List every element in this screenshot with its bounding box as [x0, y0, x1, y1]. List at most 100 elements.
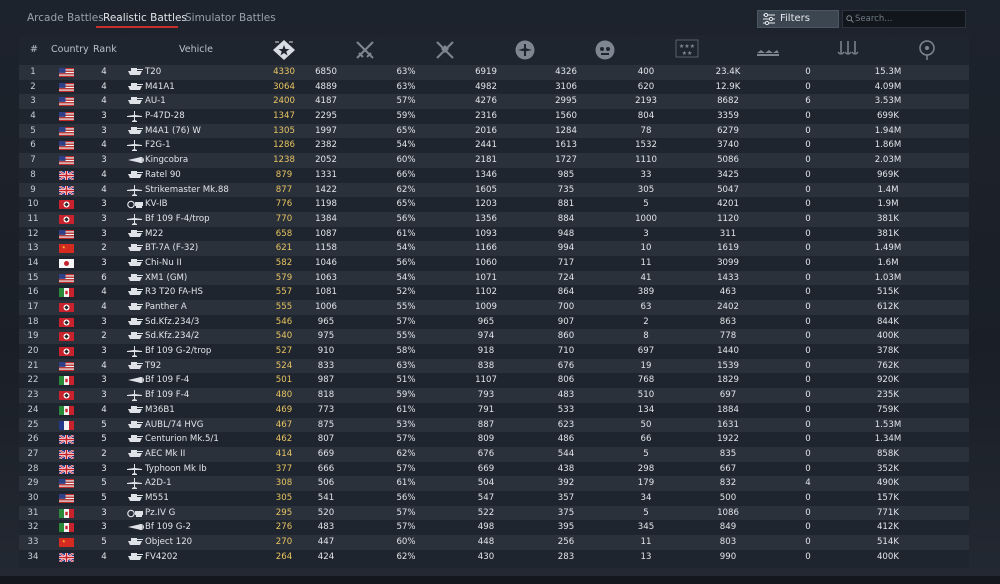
search-input[interactable] — [855, 12, 961, 26]
vehicle-rank: 4 — [101, 67, 107, 77]
battles-icon[interactable] — [354, 39, 376, 61]
table-row[interactable]: 13 ★ 2 BT-7A (F-32) 621 1158 54% 1166 994 10 1619 0… — [19, 241, 969, 256]
stat-value: 54% — [396, 140, 416, 151]
table-row[interactable]: 23 3 Bf 109 F-4 480 818 59% 793 483 510 697 0 235K — [19, 388, 969, 403]
ground-kills-icon[interactable] — [594, 39, 616, 61]
stat-value: 375 — [557, 507, 575, 518]
table-row[interactable]: 26 5 Centurion Mk.5/1 462 807 57% 809 486 66 192… — [19, 432, 969, 447]
stat-value: 34 — [640, 492, 652, 503]
stat-value: 283 — [557, 551, 575, 562]
stat-value: 1071 — [475, 272, 497, 283]
stat-value: 395 — [557, 522, 575, 533]
stat-value: 975 — [317, 331, 335, 342]
stat-value: 311 — [719, 228, 737, 239]
stat-value: 994 — [557, 243, 575, 254]
country-flag-germany — [59, 391, 74, 401]
stat-value: 4 — [805, 478, 811, 489]
table-row[interactable]: 18 3 Sd.Kfz.234/3 546 965 57% 965 907 2 863 0 844K — [19, 314, 969, 330]
air-kills-icon[interactable] — [514, 39, 536, 61]
table-row[interactable]: 28 3 Typhoon Mk Ib 377 666 57% 669 438 298 667 0 3… — [19, 461, 969, 477]
stat-value: 298 — [637, 463, 655, 474]
table-row[interactable]: 11 3 Bf 109 F-4/trop 770 1384 56% 1356 884 1000… — [19, 211, 969, 227]
stat-value: 987 — [317, 375, 335, 386]
stat-value: 400 — [637, 67, 655, 77]
search-field[interactable] — [842, 10, 966, 28]
table-row[interactable]: 7 3 Kingcobra 1238 2052 60% 2181 1727 1110 5086 0 2… — [19, 153, 969, 168]
vehicle-name: AEC Mk II — [145, 448, 186, 459]
naval-kills-icon[interactable] — [835, 39, 861, 59]
stat-value: 1198 — [315, 199, 337, 210]
stat-value: 759K — [876, 404, 900, 415]
table-row[interactable]: 9 4 Strikemaster Mk.88 877 1422 62% 1605 735 30… — [19, 182, 969, 198]
stat-value: 1433 — [717, 272, 739, 283]
stat-value: 6919 — [475, 67, 497, 77]
stat-value: 1605 — [475, 184, 497, 195]
stat-value: 1.6M — [877, 257, 899, 268]
table-row[interactable]: 4 3 P-47D-28 1347 2295 59% 2316 1560 804 3359 0 699… — [19, 109, 969, 124]
stat-value: 65% — [396, 199, 416, 210]
table-row[interactable]: 10 3 KV-IB 776 1198 65% 1203 881 5 4201 0 1.9M — [19, 197, 969, 212]
stat-value: 4276 — [475, 96, 497, 107]
stat-value: 974 — [477, 331, 495, 342]
header-vehicle[interactable]: Vehicle — [179, 44, 213, 55]
vehicle-name: Object 120 — [145, 537, 193, 547]
win-rate-icon[interactable] — [434, 39, 456, 61]
stat-value: 54% — [396, 243, 416, 254]
table-row[interactable]: 12 3 M22 658 1087 61% 1093 948 3 311 0 381K — [19, 226, 969, 242]
stat-value: 724 — [557, 272, 575, 283]
table-row[interactable]: 5 3 M4A1 (76) W 1305 1997 65% 2016 1284 78 6279 0 1… — [19, 123, 969, 139]
vehicle-rank: 3 — [101, 155, 107, 166]
table-row[interactable]: 21 4 T92 524 833 63% 838 676 19 1539 0 762K — [19, 358, 969, 374]
frags-icon[interactable]: ★★★ ★★ — [674, 39, 700, 59]
vehicle-name: Kingcobra — [145, 155, 189, 166]
table-row[interactable]: 24 4 M36B1 469 773 61% 791 533 134 1884 0 759K — [19, 402, 969, 418]
table-row[interactable]: 2 4 M41A1 3064 4889 63% 4982 3106 620 12.9K 0 4.09M — [19, 79, 969, 95]
table-row[interactable]: 20 3 Bf 109 G-2/trop 527 910 58% 918 710 697 144… — [19, 344, 969, 359]
respawns-icon[interactable] — [917, 39, 937, 61]
table-row[interactable]: 34 4 FV4202 264 424 62% 430 283 13 990 0 400K — [19, 549, 969, 565]
table-row[interactable]: 30 5 M551 305 541 56% 547 357 34 500 0 157K — [19, 490, 969, 506]
stat-value: 844K — [876, 316, 900, 327]
vehicle-name: Sd.Kfz.234/3 — [145, 316, 200, 327]
table-row[interactable]: 22 3 Bf 109 F-4 501 987 51% 1107 806 768 1829 0 920… — [19, 373, 969, 389]
table-row[interactable]: 29 5 A2D-1 308 506 61% 504 392 179 832 4 490K — [19, 476, 969, 491]
stat-value: 806 — [557, 375, 575, 386]
vehicle-name: M41A1 — [145, 81, 175, 92]
tab-realistic-battles[interactable]: Realistic Battles — [103, 11, 187, 25]
table-row[interactable]: 31 3 Pz.IV G 295 520 57% 522 375 5 1086 0 771K — [19, 505, 969, 521]
svg-text:★: ★ — [62, 245, 66, 250]
table-row[interactable]: 6 4 F2G-1 1286 2382 54% 2441 1613 1532 3740 0 1.86M — [19, 138, 969, 154]
table-row[interactable]: 14 3 Chi-Nu II 582 1046 56% 1060 717 11 3099 0 1.6M — [19, 255, 969, 271]
stat-value: 864 — [557, 287, 575, 298]
battle-rating-icon[interactable] — [272, 39, 296, 61]
table-row[interactable]: 19 2 Sd.Kfz.234/2 540 975 55% 974 860 8 778 0 400K — [19, 329, 969, 345]
vehicle-rank: 4 — [101, 404, 107, 415]
table-row[interactable]: 16 4 R3 T20 FA-HS 557 1081 52% 1102 864 389 463 0 5… — [19, 285, 969, 300]
stat-value: 699K — [876, 111, 900, 122]
table-row[interactable]: 25 5 AUBL/74 HVG 467 875 53% 887 623 50 1631 0 1.53… — [19, 417, 969, 433]
stat-value: 3106 — [555, 81, 577, 92]
table-row[interactable]: 3 4 AU-1 2400 4187 57% 4276 2995 2193 8682 6 3.53M — [19, 94, 969, 110]
tab-simulator-battles[interactable]: Simulator Battles — [185, 11, 276, 25]
stat-value: 1356 — [475, 213, 497, 224]
stat-value: 60% — [396, 155, 416, 166]
table-row[interactable]: 8 4 Ratel 90 879 1331 66% 1346 985 33 3425 0 969K — [19, 167, 969, 183]
table-row[interactable]: 32 3 Bf 109 G-2 276 483 57% 498 395 345 849 0 412K — [19, 520, 969, 535]
vehicle-rank: 5 — [101, 478, 107, 489]
header-number[interactable]: # — [30, 44, 38, 55]
stat-value: 60% — [396, 537, 416, 547]
table-row[interactable]: 27 2 AEC Mk II 414 669 62% 676 544 5 835 0 858K — [19, 446, 969, 462]
tab-arcade-battles[interactable]: Arcade Battles — [27, 11, 104, 25]
stat-value: 0 — [805, 419, 811, 430]
vehicle-rank: 4 — [101, 184, 107, 195]
vehicle-name: T20 — [145, 67, 162, 77]
table-row[interactable]: 1 4 T20 4330 6850 63% 6919 4326 400 23.4K 0 15.3M — [19, 65, 969, 80]
stat-value: 56% — [396, 257, 416, 268]
filters-button[interactable]: Filters — [757, 10, 839, 28]
table-row[interactable]: 33 ★ 5 Object 120 270 447 60% 448 256 11 803 0 514K — [19, 535, 969, 550]
header-country[interactable]: Country — [51, 44, 89, 55]
table-row[interactable]: 17 4 Panther A 555 1006 55% 1009 700 63 2402 0 612… — [19, 300, 969, 315]
header-rank[interactable]: Rank — [93, 44, 117, 55]
table-row[interactable]: 15 6 XM1 (GM) 579 1063 54% 1071 724 41 1433 0 1.03M — [19, 270, 969, 286]
kills-per-battle-icon[interactable] — [755, 39, 781, 59]
